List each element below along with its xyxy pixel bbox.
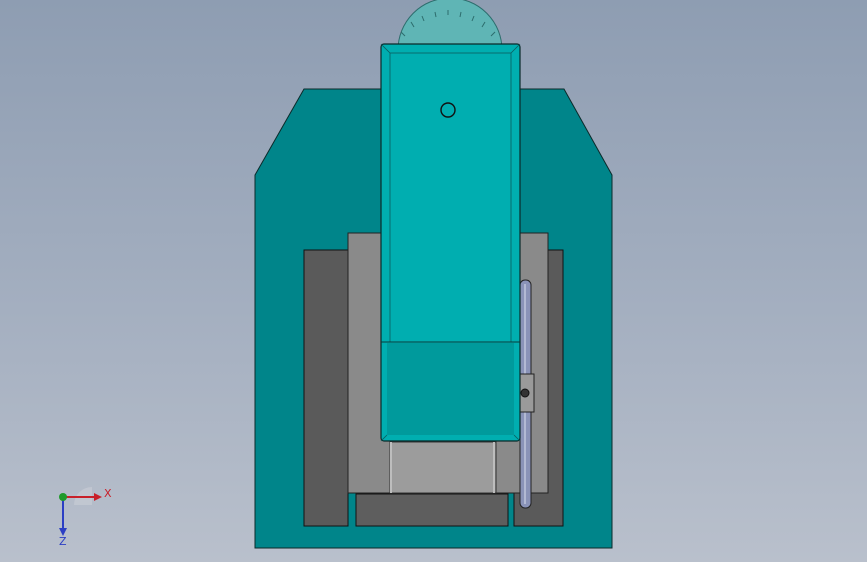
cad-model-view[interactable] xyxy=(0,0,867,562)
z-axis-label: Z xyxy=(59,535,67,547)
x-axis-label: X xyxy=(104,487,112,500)
coordinate-triad[interactable]: X Z xyxy=(52,485,122,547)
y-axis-dot xyxy=(59,493,67,501)
graphics-viewport[interactable]: X Z xyxy=(0,0,867,562)
guide-block-lower[interactable] xyxy=(389,441,497,494)
left-side-plate[interactable] xyxy=(303,249,349,527)
bottom-base-plate[interactable] xyxy=(355,493,509,527)
gear-wheel[interactable] xyxy=(397,0,503,51)
x-axis-arrowhead xyxy=(94,493,102,501)
